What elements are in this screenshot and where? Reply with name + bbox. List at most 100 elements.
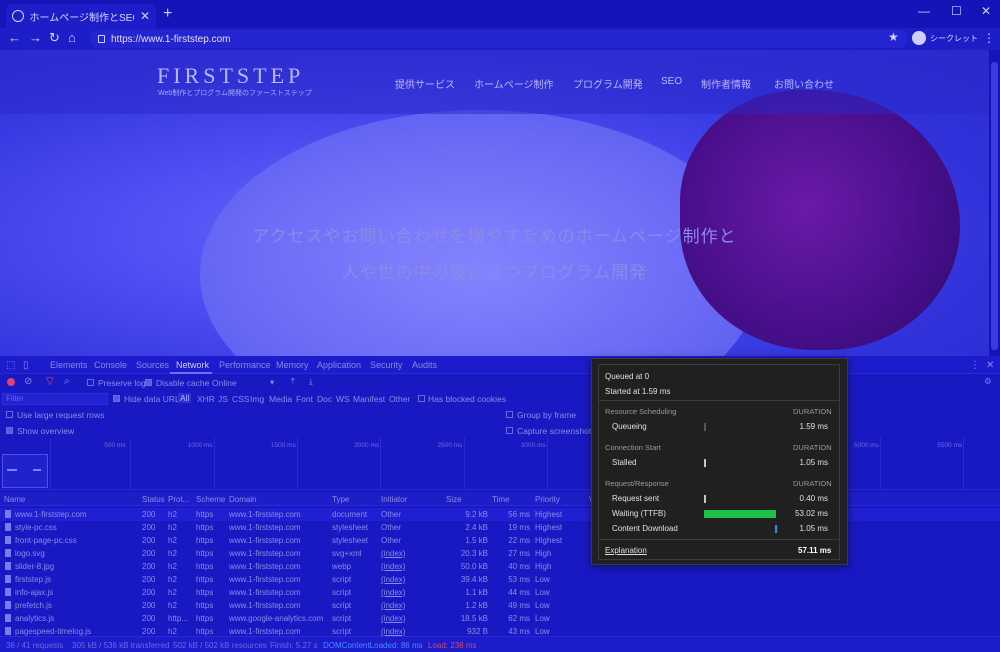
filter-xhr[interactable]: XHR — [197, 394, 215, 404]
col-name[interactable]: Name — [4, 495, 25, 504]
filter-media[interactable]: Media — [269, 394, 292, 404]
table-row[interactable]: slider-8.jpg 200 h2 https www.1-firststep.co… — [0, 560, 1000, 573]
chevron-down-icon[interactable]: ▾ — [270, 377, 274, 388]
tab-audits[interactable]: Audits — [412, 360, 437, 370]
tab-application[interactable]: Application — [317, 360, 361, 370]
inspect-icon[interactable]: ⬚ — [6, 360, 15, 371]
capture-screenshots-checkbox[interactable] — [506, 427, 513, 434]
tab-security[interactable]: Security — [370, 360, 403, 370]
tab-console[interactable]: Console — [94, 360, 127, 370]
blocked-cookies-checkbox[interactable] — [418, 395, 425, 402]
settings-gear-icon[interactable]: ⚙ — [984, 376, 992, 387]
cell-initiator[interactable]: Other — [381, 536, 401, 545]
col-priority[interactable]: Priority — [535, 495, 560, 504]
col-domain[interactable]: Domain — [229, 495, 257, 504]
filter-all[interactable]: All — [178, 393, 192, 403]
device-toggle-icon[interactable]: ▯ — [23, 360, 29, 371]
record-icon[interactable] — [7, 378, 15, 386]
bookmark-star-icon[interactable]: ★ — [888, 30, 899, 44]
explanation-link[interactable]: Explanation — [605, 546, 647, 555]
cell-initiator[interactable]: (index) — [381, 627, 405, 636]
site-logo[interactable]: FIRSTSTEP — [157, 63, 304, 89]
overview-selection[interactable] — [2, 454, 48, 488]
table-row[interactable]: firststep.js 200 h2 https www.1-firststep.co… — [0, 573, 1000, 586]
site-nav-contact[interactable]: お問い合わせ — [774, 76, 834, 91]
col-protocol[interactable]: Prot... — [168, 495, 189, 504]
site-nav-program[interactable]: プログラム開発 — [573, 76, 643, 91]
col-size[interactable]: Size — [446, 495, 462, 504]
url-text: https://www.1-firststep.com — [111, 33, 231, 45]
forward-arrow-icon[interactable]: → — [29, 30, 42, 45]
cell-size: 18.5 kB — [460, 614, 488, 623]
table-row[interactable]: www.1-firststep.com 200 h2 https www.1-first… — [0, 508, 1000, 521]
address-bar[interactable]: https://www.1-firststep.com — [90, 30, 908, 48]
export-har-icon[interactable]: ⤓ — [309, 376, 313, 387]
filter-img[interactable]: Img — [250, 394, 264, 404]
cell-initiator[interactable]: Other — [381, 510, 401, 519]
disable-cache-checkbox[interactable] — [145, 379, 152, 386]
back-arrow-icon[interactable]: ← — [8, 30, 21, 45]
group-by-frame-checkbox[interactable] — [506, 411, 513, 418]
preserve-log-checkbox[interactable] — [87, 379, 94, 386]
tab-memory[interactable]: Memory — [276, 360, 309, 370]
cell-initiator[interactable]: (index) — [381, 601, 405, 610]
tab-performance[interactable]: Performance — [219, 360, 271, 370]
hide-data-urls-checkbox[interactable] — [113, 395, 120, 402]
throttle-select[interactable]: Online — [212, 378, 237, 388]
reload-icon[interactable]: ↻ — [49, 30, 60, 46]
close-tab-icon[interactable]: ✕ — [140, 9, 150, 23]
filter-other[interactable]: Other — [389, 394, 410, 404]
new-tab-icon[interactable]: + — [163, 5, 172, 23]
table-row[interactable]: front-page-pc.css 200 h2 https www.1-firstst… — [0, 534, 1000, 547]
filter-input[interactable]: Filter — [2, 393, 108, 405]
show-overview-checkbox[interactable] — [6, 427, 13, 434]
cell-initiator[interactable]: (index) — [381, 562, 405, 571]
browser-tab[interactable]: ホームページ制作とSEO対策な ✕ — [6, 4, 156, 28]
table-row[interactable]: prefetch.js 200 h2 https www.1-firststep.com… — [0, 599, 1000, 612]
devtools-close-icon[interactable]: ✕ — [986, 360, 994, 371]
cell-initiator[interactable]: (index) — [381, 614, 405, 623]
minimize-icon[interactable]: — — [918, 4, 930, 18]
col-type[interactable]: Type — [332, 495, 349, 504]
table-row[interactable]: analytics.js 200 http... https www.google-an… — [0, 612, 1000, 625]
devtools-menu-icon[interactable]: ⋮ — [970, 360, 980, 371]
table-row[interactable]: info-ajax.js 200 h2 https www.1-firststep.co… — [0, 586, 1000, 599]
site-nav-homepage[interactable]: ホームページ制作 — [474, 76, 554, 91]
filter-ws[interactable]: WS — [336, 394, 350, 404]
cell-initiator[interactable]: Other — [381, 523, 401, 532]
clear-icon[interactable]: ⊘ — [24, 376, 32, 387]
import-har-icon[interactable]: ⤒ — [291, 376, 295, 387]
cell-status: 200 — [142, 614, 156, 623]
col-time[interactable]: Time — [492, 495, 509, 504]
incognito-indicator[interactable]: シークレット — [912, 31, 978, 45]
site-nav-author[interactable]: 制作者情報 — [701, 76, 751, 91]
filter-font[interactable]: Font — [296, 394, 313, 404]
col-status[interactable]: Status — [142, 495, 165, 504]
site-nav-seo[interactable]: SEO — [661, 76, 682, 87]
table-row[interactable]: logo.svg 200 h2 https www.1-firststep.com svg… — [0, 547, 1000, 560]
cell-status: 200 — [142, 549, 156, 558]
filter-js[interactable]: JS — [218, 394, 228, 404]
filter-funnel-icon[interactable]: ▽ — [46, 376, 54, 387]
filter-css[interactable]: CSS — [232, 394, 249, 404]
tab-sources[interactable]: Sources — [136, 360, 169, 370]
cell-initiator[interactable]: (index) — [381, 588, 405, 597]
home-icon[interactable]: ⌂ — [68, 30, 76, 45]
table-row[interactable]: style-pc.css 200 h2 https www.1-firststep.co… — [0, 521, 1000, 534]
close-window-icon[interactable]: ✕ — [981, 4, 991, 18]
cell-initiator[interactable]: (index) — [381, 549, 405, 558]
tab-network[interactable]: Network — [176, 360, 209, 370]
tab-elements[interactable]: Elements — [50, 360, 88, 370]
filter-doc[interactable]: Doc — [317, 394, 332, 404]
maximize-icon[interactable]: ☐ — [951, 4, 962, 18]
col-scheme[interactable]: Scheme — [196, 495, 225, 504]
timeline-overview[interactable]: 500 ms 1000 ms 1500 ms 2000 ms 2500 ms 3000 m… — [0, 438, 1000, 490]
search-icon[interactable]: ⌕ — [64, 376, 70, 387]
col-initiator[interactable]: Initiator — [381, 495, 407, 504]
large-rows-checkbox[interactable] — [6, 411, 13, 418]
cell-initiator[interactable]: (index) — [381, 575, 405, 584]
filter-manifest[interactable]: Manifest — [353, 394, 385, 404]
page-scrollbar-thumb[interactable] — [991, 62, 998, 350]
kebab-menu-icon[interactable]: ⋮ — [983, 31, 995, 45]
site-nav-services[interactable]: 提供サービス — [395, 76, 455, 91]
